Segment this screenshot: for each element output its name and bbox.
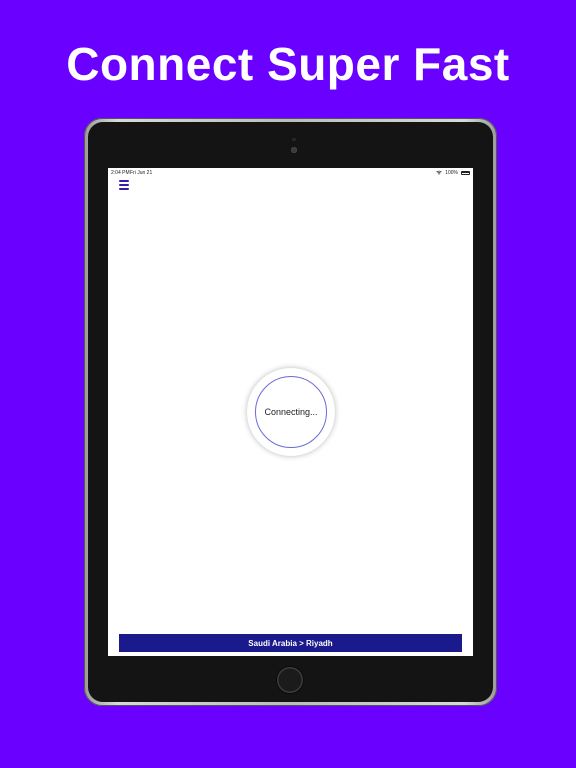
- server-location-label: Saudi Arabia > Riyadh: [248, 638, 333, 648]
- connection-status-label: Connecting...: [264, 407, 318, 417]
- status-date: Fri Jun 21: [130, 170, 153, 176]
- proximity-sensor: [292, 138, 296, 141]
- front-camera-icon: [291, 147, 297, 153]
- home-button[interactable]: [277, 667, 303, 693]
- status-bar: 2:04 PM Fri Jun 21 100%: [108, 168, 473, 177]
- battery-percentage: 100%: [445, 169, 458, 176]
- server-location-selector[interactable]: Saudi Arabia > Riyadh: [119, 634, 462, 652]
- status-right-group: 100%: [436, 170, 470, 176]
- battery-icon: [461, 170, 470, 175]
- app-screen: 2:04 PM Fri Jun 21 100% Connecting... Sa…: [108, 168, 473, 656]
- promo-headline: Connect Super Fast: [66, 38, 510, 90]
- connect-button[interactable]: Connecting...: [247, 368, 335, 456]
- wifi-icon: [436, 170, 442, 175]
- status-time: 2:04 PM: [111, 170, 130, 176]
- hamburger-menu-icon[interactable]: [119, 180, 129, 190]
- connect-ring: Connecting...: [255, 376, 327, 448]
